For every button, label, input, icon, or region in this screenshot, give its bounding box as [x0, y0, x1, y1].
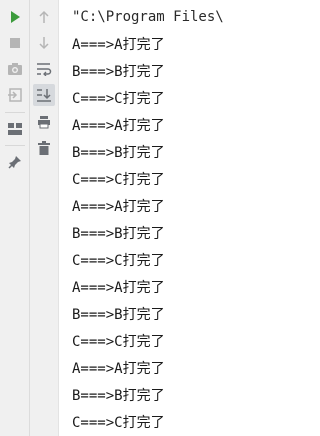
stop-button[interactable] — [4, 32, 26, 54]
console-line: B===>B打完了 — [72, 226, 165, 242]
console-line: C===>C打完了 — [72, 334, 165, 350]
up-arrow-icon — [39, 10, 49, 23]
console-line: B===>B打完了 — [72, 388, 165, 404]
run-tool-window-toolbar — [0, 0, 30, 436]
console-output[interactable]: "C:\Program Files\ A===>A打完了 B===>B打完了 C… — [59, 0, 253, 436]
restore-layout-button[interactable] — [4, 118, 26, 140]
console-line: B===>B打完了 — [72, 307, 165, 323]
soft-wrap-button[interactable] — [33, 58, 55, 80]
pin-icon — [8, 156, 21, 169]
print-icon — [38, 116, 50, 129]
clear-all-button[interactable] — [33, 137, 55, 159]
console-line: A===>A打完了 — [72, 280, 165, 296]
console-line: C===>C打完了 — [72, 91, 165, 107]
trash-icon — [38, 141, 50, 155]
up-button[interactable] — [33, 6, 55, 28]
down-button[interactable] — [33, 32, 55, 54]
toolbar-divider — [5, 112, 25, 113]
layout-icon — [8, 123, 22, 135]
console-line: A===>A打完了 — [72, 199, 165, 215]
camera-icon — [8, 63, 22, 75]
stop-icon — [10, 38, 20, 48]
scroll-to-end-icon — [37, 89, 51, 102]
exit-button[interactable] — [4, 84, 26, 106]
run-button[interactable] — [4, 6, 26, 28]
toolbar-divider — [5, 145, 25, 146]
console-toolbar — [30, 0, 59, 436]
console-line: C===>C打完了 — [72, 415, 165, 431]
console-line: A===>A打完了 — [72, 361, 165, 377]
dump-threads-button[interactable] — [4, 58, 26, 80]
pin-tab-button[interactable] — [4, 151, 26, 173]
play-icon — [11, 11, 20, 23]
console-line: C===>C打完了 — [72, 253, 165, 269]
print-button[interactable] — [33, 111, 55, 133]
soft-wrap-icon — [37, 63, 52, 76]
console-line: B===>B打完了 — [72, 145, 165, 161]
down-arrow-icon — [39, 37, 49, 50]
console-line: C===>C打完了 — [72, 172, 165, 188]
console-line: A===>A打完了 — [72, 37, 165, 53]
exit-icon — [8, 88, 22, 102]
console-line: A===>A打完了 — [72, 118, 165, 134]
scroll-to-end-button[interactable] — [33, 84, 55, 106]
console-line: B===>B打完了 — [72, 64, 165, 80]
command-line: "C:\Program Files\ — [72, 9, 224, 25]
